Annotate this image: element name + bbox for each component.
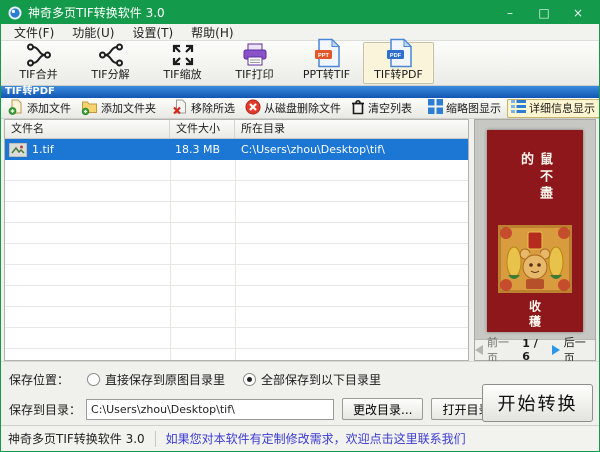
preview-pager: 前一页 1 / 6 后一页 <box>475 336 595 365</box>
app-window: 神奇多页TIF转换软件 3.0 – □ × 文件(F) 功能(U) 设置(T) … <box>0 0 600 452</box>
merge-icon <box>26 42 52 68</box>
radio-save-to-source-dir[interactable] <box>87 373 101 386</box>
add-file-button[interactable]: 添加文件 <box>4 99 77 118</box>
toolbar-button-tif-print[interactable]: TIF打印 <box>219 42 290 84</box>
button-label: 添加文件 <box>27 102 71 115</box>
thumbnail-view-button[interactable]: 缩略图显示 <box>424 99 507 118</box>
printer-icon <box>241 42 269 68</box>
column-header-filesize[interactable]: 文件大小 <box>170 120 235 138</box>
title-bar: 神奇多页TIF转换软件 3.0 – □ × <box>1 1 599 24</box>
poster-illustration <box>498 225 572 294</box>
toolbar-button-ppt-to-tif[interactable]: PPT PPT转TIF <box>291 38 362 84</box>
scale-icon <box>170 42 196 68</box>
save-dir-input[interactable] <box>86 398 335 420</box>
add-folder-button[interactable]: 添加文件夹 <box>77 99 162 118</box>
toolbar-label: TIF分解 <box>91 68 130 81</box>
button-label: 添加文件夹 <box>101 102 156 115</box>
maximize-button[interactable]: □ <box>527 1 561 24</box>
column-divider <box>235 139 236 360</box>
menu-file[interactable]: 文件(F) <box>5 24 63 41</box>
delete-from-disk-icon <box>245 99 261 118</box>
file-directory: C:\Users\zhou\Desktop\tif\ <box>241 143 385 156</box>
next-page-icon[interactable] <box>551 345 560 355</box>
detail-view-button[interactable]: 详细信息显示 <box>507 98 599 118</box>
clear-list-button[interactable]: 清空列表 <box>347 99 418 118</box>
toolbar-label: TIF打印 <box>235 68 274 81</box>
toolbar-label: TIF缩放 <box>163 68 202 81</box>
save-dir-label: 保存到目录： <box>9 402 82 417</box>
button-label: 详细信息显示 <box>529 102 595 115</box>
toolbar-label: TIF合并 <box>19 68 58 81</box>
button-label: 清空列表 <box>368 102 412 115</box>
contact-link[interactable]: 如果您对本软件有定制修改需求，欢迎点击这里联系我们 <box>156 430 466 447</box>
status-app-name: 神奇多页TIF转换软件 3.0 <box>8 432 145 446</box>
split-icon <box>98 42 124 68</box>
toolbar-label: PPT转TIF <box>302 68 351 81</box>
menu-settings[interactable]: 设置(T) <box>123 24 182 41</box>
status-bar: 神奇多页TIF转换软件 3.0 如果您对本软件有定制修改需求，欢迎点击这里联系我… <box>1 425 599 451</box>
file-toolbar: 添加文件 添加文件夹 移除所选 从磁盘删除文件 清空列表 缩略图显示 详细信息显… <box>1 98 599 119</box>
column-header-directory[interactable]: 所在目录 <box>235 120 468 138</box>
column-divider <box>170 139 171 360</box>
prev-page-icon[interactable] <box>475 345 483 355</box>
file-size: 18.3 MB <box>175 143 221 156</box>
start-convert-button[interactable]: 开始转换 <box>482 384 593 422</box>
table-row[interactable]: 1.tif 18.3 MB C:\Users\zhou\Desktop\tif\ <box>5 139 468 160</box>
delete-from-disk-button[interactable]: 从磁盘删除文件 <box>241 99 347 118</box>
radio-save-to-custom-dir[interactable] <box>243 373 257 386</box>
preview-panel: 鼠不盡的 收穫 前一页 1 / 6 后一页 <box>474 119 596 365</box>
button-label: 移除所选 <box>191 102 235 115</box>
file-name: 1.tif <box>32 143 54 156</box>
radio-label-source-dir[interactable]: 直接保存到原图目录里 <box>105 371 225 388</box>
svg-text:PDF: PDF <box>389 53 401 59</box>
minimize-button[interactable]: – <box>493 1 527 24</box>
section-header: TIF转PDF <box>1 86 599 98</box>
toolbar-button-tif-merge[interactable]: TIF合并 <box>3 42 74 84</box>
toolbar-button-tif-to-pdf[interactable]: PDF TIF转PDF <box>363 38 434 84</box>
svg-text:PPT: PPT <box>318 53 329 59</box>
window-title: 神奇多页TIF转换软件 3.0 <box>28 6 165 20</box>
remove-selected-icon <box>172 99 188 118</box>
change-dir-button[interactable]: 更改目录... <box>342 398 424 420</box>
button-label: 从磁盘删除文件 <box>264 102 341 115</box>
table-grid <box>5 139 468 360</box>
close-button[interactable]: × <box>561 1 595 24</box>
column-header-filename[interactable]: 文件名 <box>5 120 170 138</box>
table-header: 文件名 文件大小 所在目录 <box>5 120 468 139</box>
page-indicator: 1 / 6 <box>522 337 538 363</box>
pdf-document-icon: PDF <box>385 38 413 68</box>
add-folder-icon <box>81 99 98 118</box>
menu-help[interactable]: 帮助(H) <box>182 24 242 41</box>
add-file-icon <box>8 99 24 118</box>
button-label: 缩略图显示 <box>446 102 501 115</box>
ppt-document-icon: PPT <box>313 38 341 68</box>
detail-view-icon <box>511 99 526 117</box>
main-toolbar: TIF合并 TIF分解 TIF缩放 TIF打印 PPT PPT转TIF PDF … <box>1 38 599 86</box>
preview-image: 鼠不盡的 收穫 <box>487 130 583 332</box>
remove-selected-button[interactable]: 移除所选 <box>168 99 241 118</box>
toolbar-button-tif-scale[interactable]: TIF缩放 <box>147 42 218 84</box>
poster-text-bottom: 收穫 <box>527 300 542 331</box>
toolbar-button-tif-split[interactable]: TIF分解 <box>75 42 146 84</box>
poster-text-top: 鼠不盡的 <box>518 152 552 203</box>
toolbar-label: TIF转PDF <box>374 68 423 81</box>
file-list-table: 文件名 文件大小 所在目录 1.tif 18.3 MB C:\Users\zho… <box>4 119 469 361</box>
radio-label-custom-dir[interactable]: 全部保存到以下目录里 <box>261 371 381 388</box>
trash-icon <box>351 99 365 118</box>
menu-function[interactable]: 功能(U) <box>63 24 123 41</box>
thumbnail-view-icon <box>428 99 443 117</box>
file-thumbnail-icon <box>8 142 28 157</box>
save-location-label: 保存位置： <box>9 373 70 387</box>
menu-bar: 文件(F) 功能(U) 设置(T) 帮助(H) <box>1 24 599 41</box>
app-icon <box>8 6 22 20</box>
